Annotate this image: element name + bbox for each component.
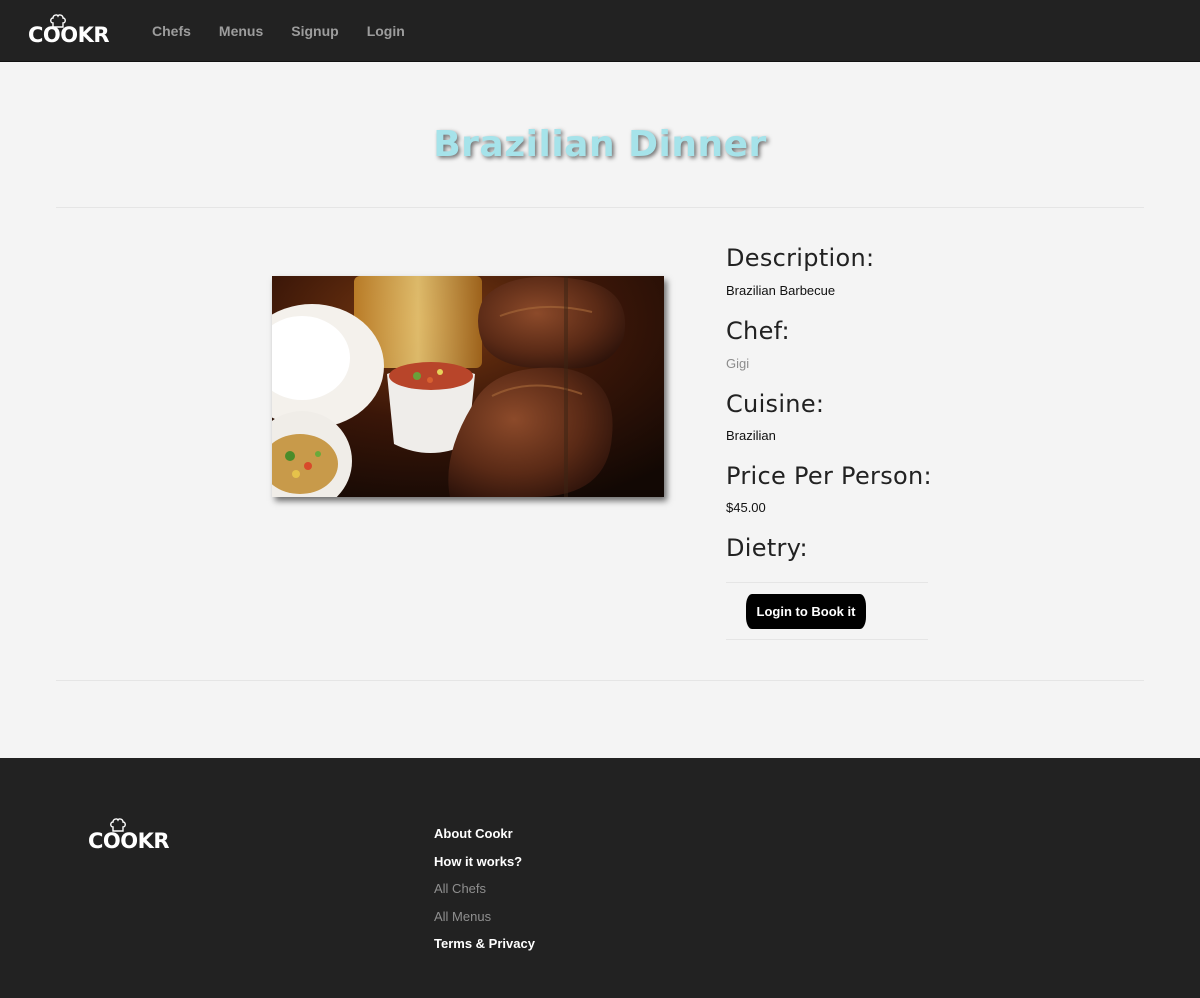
dietary-label: Dietry: (726, 534, 808, 562)
description-label: Description: (726, 244, 875, 272)
footer-brand-logo[interactable]: COOKR (88, 818, 170, 852)
nav-link-menus[interactable]: Menus (205, 0, 277, 62)
booking-panel: Login to Book it (726, 582, 928, 640)
footer-brand-name: COOKR (88, 829, 170, 853)
chef-value[interactable]: Gigi (726, 356, 749, 372)
footer-links: About Cookr How it works? All Chefs All … (434, 820, 535, 958)
page-title: Brazilian Dinner (433, 124, 767, 165)
cuisine-value: Brazilian (726, 428, 776, 443)
top-navbar: COOKR Chefs Menus Signup Login (0, 0, 1200, 62)
brand-name: COOKR (28, 23, 110, 47)
nav-link-login[interactable]: Login (353, 0, 419, 62)
divider-top (56, 207, 1144, 208)
nav-link-chefs[interactable]: Chefs (138, 0, 205, 62)
brand-logo[interactable]: COOKR (28, 14, 110, 48)
menu-photo-graphic (272, 276, 664, 497)
chef-label: Chef: (726, 317, 790, 345)
cuisine-label: Cuisine: (726, 390, 825, 418)
footer-link-terms-privacy[interactable]: Terms & Privacy (434, 930, 535, 958)
price-label: Price Per Person: (726, 462, 932, 490)
nav-link-signup[interactable]: Signup (277, 0, 352, 62)
footer-link-how-it-works[interactable]: How it works? (434, 848, 535, 876)
nav-links: Chefs Menus Signup Login (138, 0, 419, 62)
footer-link-about[interactable]: About Cookr (434, 820, 535, 848)
footer-link-all-chefs[interactable]: All Chefs (434, 875, 535, 903)
divider-bottom (56, 680, 1144, 681)
menu-photo (272, 276, 664, 497)
description-value: Brazilian Barbecue (726, 283, 836, 298)
price-value: $45.00 (726, 500, 766, 515)
login-to-book-button[interactable]: Login to Book it (746, 594, 866, 629)
footer: COOKR About Cookr How it works? All Chef… (0, 758, 1200, 998)
footer-link-all-menus[interactable]: All Menus (434, 903, 535, 931)
